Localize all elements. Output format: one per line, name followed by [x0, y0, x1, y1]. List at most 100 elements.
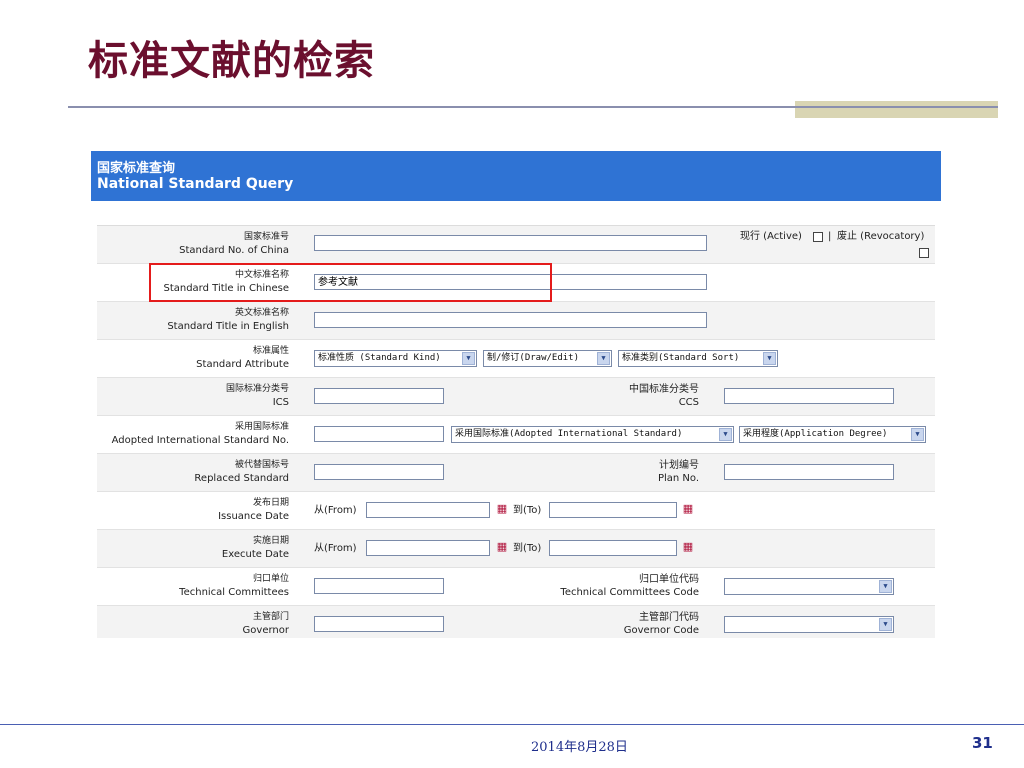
label-ics: 国际标准分类号 ICS	[226, 383, 289, 409]
adopted-no-input[interactable]	[314, 426, 444, 442]
label-en: Adopted International Standard No.	[111, 435, 289, 446]
ccs-input[interactable]	[724, 388, 894, 404]
title-accent-line	[795, 106, 998, 108]
chevron-down-icon: ▼	[879, 618, 892, 631]
calendar-icon[interactable]: ▦	[496, 541, 508, 553]
label-cn: 中国标准分类号	[629, 384, 699, 395]
label-en: Governor	[242, 625, 289, 636]
label-cn: 实施日期	[252, 536, 289, 546]
standard-no-input[interactable]	[314, 235, 707, 251]
governor-code-select[interactable]: ▼	[724, 616, 894, 633]
label-en: ICS	[272, 397, 289, 408]
label-tc-code: 归口单位代码 Technical Committees Code	[560, 573, 699, 599]
label-title-en: 英文标准名称 Standard Title in English	[167, 307, 289, 333]
footer-rule	[0, 724, 1024, 725]
row-execute-date: 实施日期 Execute Date 从(From) ▦ 到(To) ▦	[97, 530, 935, 568]
label-ccs: 中国标准分类号 CCS	[629, 383, 699, 409]
calendar-icon[interactable]: ▦	[682, 503, 694, 515]
label-attribute: 标准属性 Standard Attribute	[196, 345, 289, 371]
label-cn: 标准属性	[252, 346, 289, 356]
calendar-icon[interactable]: ▦	[682, 541, 694, 553]
row-technical-committees: 归口单位 Technical Committees 归口单位代码 Technic…	[97, 568, 935, 606]
issuance-from-label: 从(From)	[314, 505, 357, 516]
label-plan: 计划编号 Plan No.	[658, 459, 699, 485]
replaced-input[interactable]	[314, 464, 444, 480]
chevron-down-icon: ▼	[879, 580, 892, 593]
label-en: Execute Date	[221, 549, 289, 560]
label-cn: 国际标准分类号	[225, 384, 289, 394]
label-en: Governor Code	[623, 625, 699, 636]
tc-code-select[interactable]: ▼	[724, 578, 894, 595]
label-adopted: 采用国际标准 Adopted International Standard No…	[112, 421, 289, 447]
label-cn: 采用国际标准	[234, 422, 289, 432]
title-en-input[interactable]	[314, 312, 707, 328]
standard-kind-select[interactable]: 标准性质 (Standard Kind) ▼	[314, 350, 477, 367]
chevron-down-icon: ▼	[462, 352, 475, 365]
label-cn: 发布日期	[252, 498, 289, 508]
label-en: Plan No.	[657, 473, 699, 484]
query-screenshot: 国家标准查询 National Standard Query 国家标准号 Sta…	[91, 151, 941, 638]
status-active-label: 现行 (Active)	[740, 231, 802, 242]
plan-input[interactable]	[724, 464, 894, 480]
label-en: CCS	[678, 397, 699, 408]
row-standard-no: 国家标准号 Standard No. of China 现行 (Active) …	[97, 226, 935, 264]
application-degree-select[interactable]: 采用程度(Application Degree) ▼	[739, 426, 926, 443]
execute-to-input[interactable]	[549, 540, 677, 556]
label-en: Technical Committees	[179, 587, 289, 598]
row-governor: 主管部门 Governor 主管部门代码 Governor Code ▼	[97, 606, 935, 638]
label-en: Technical Committees Code	[560, 587, 699, 598]
row-attribute: 标准属性 Standard Attribute 标准性质 (Standard K…	[97, 340, 935, 378]
status-separator: |	[828, 231, 832, 242]
label-tc: 归口单位 Technical Committees	[179, 573, 289, 599]
issuance-from-input[interactable]	[366, 502, 490, 518]
label-execute: 实施日期 Execute Date	[222, 535, 289, 561]
row-ics-ccs: 国际标准分类号 ICS 中国标准分类号 CCS	[97, 378, 935, 416]
slide-title: 标准文献的检索	[88, 38, 375, 84]
label-governor: 主管部门 Governor	[243, 611, 289, 637]
draw-edit-select[interactable]: 制/修订(Draw/Edit) ▼	[483, 350, 612, 367]
execute-from-input[interactable]	[366, 540, 490, 556]
label-cn: 国家标准号	[243, 232, 289, 242]
select-value: 采用程度(Application Degree)	[743, 429, 888, 439]
select-value: 标准类别(Standard Sort)	[622, 353, 740, 363]
query-header-en: National Standard Query	[97, 176, 294, 192]
chevron-down-icon: ▼	[719, 428, 732, 441]
label-en: Standard Title in English	[167, 321, 289, 332]
label-en: Issuance Date	[218, 511, 289, 522]
row-title-en: 英文标准名称 Standard Title in English	[97, 302, 935, 340]
issuance-to-label: 到(To)	[513, 505, 542, 516]
chevron-down-icon: ▼	[763, 352, 776, 365]
label-standard-no: 国家标准号 Standard No. of China	[179, 231, 289, 257]
highlight-box	[149, 263, 552, 302]
label-issuance: 发布日期 Issuance Date	[218, 497, 289, 523]
page-number: 31	[972, 734, 993, 752]
standard-sort-select[interactable]: 标准类别(Standard Sort) ▼	[618, 350, 778, 367]
revocatory-checkbox[interactable]	[919, 248, 929, 258]
adopted-standard-select[interactable]: 采用国际标准(Adopted International Standard) ▼	[451, 426, 734, 443]
execute-to-label: 到(To)	[513, 543, 542, 554]
label-cn: 被代替国标号	[234, 460, 289, 470]
row-adopted: 采用国际标准 Adopted International Standard No…	[97, 416, 935, 454]
label-en: Standard Attribute	[196, 359, 289, 370]
execute-from-label: 从(From)	[314, 543, 357, 554]
select-value: 制/修订(Draw/Edit)	[487, 353, 580, 363]
label-en: Standard No. of China	[179, 245, 289, 256]
active-checkbox[interactable]	[813, 232, 823, 242]
footer-date: 2014年8月28日	[531, 740, 628, 755]
label-replaced: 被代替国标号 Replaced Standard	[194, 459, 289, 485]
label-cn: 主管部门代码	[639, 612, 699, 623]
chevron-down-icon: ▼	[597, 352, 610, 365]
row-issuance-date: 发布日期 Issuance Date 从(From) ▦ 到(To) ▦	[97, 492, 935, 530]
issuance-to-input[interactable]	[549, 502, 677, 518]
label-cn: 英文标准名称	[234, 308, 289, 318]
ics-input[interactable]	[314, 388, 444, 404]
calendar-icon[interactable]: ▦	[496, 503, 508, 515]
title-accent-bar	[795, 101, 998, 118]
governor-input[interactable]	[314, 616, 444, 632]
status-revocatory-label: 废止 (Revocatory)	[837, 231, 925, 242]
label-cn: 计划编号	[659, 460, 699, 471]
label-en: Replaced Standard	[194, 473, 289, 484]
tc-input[interactable]	[314, 578, 444, 594]
select-value: 标准性质 (Standard Kind)	[318, 353, 441, 363]
select-value: 采用国际标准(Adopted International Standard)	[455, 429, 683, 439]
